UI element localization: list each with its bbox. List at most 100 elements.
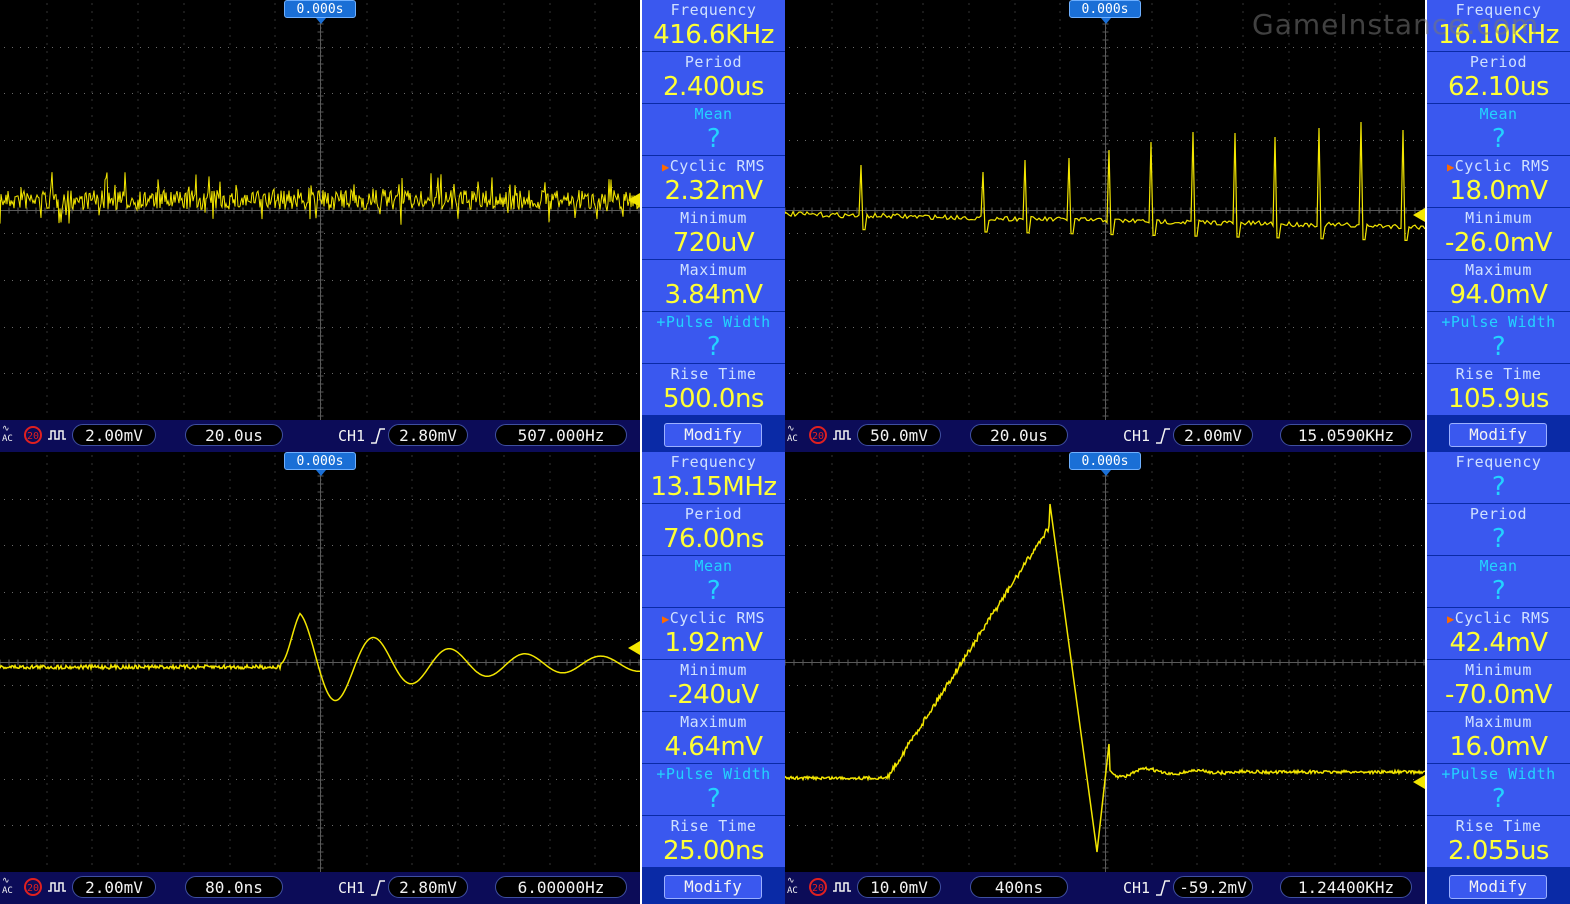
measurement-maximum[interactable]: Maximum 3.84mV bbox=[642, 260, 785, 312]
measurement-minimum[interactable]: Minimum 720uV bbox=[642, 208, 785, 260]
measurement-value: ? bbox=[642, 784, 785, 815]
measurement-value: 25.00ns bbox=[642, 836, 785, 867]
measurement-frequency[interactable]: Frequency 416.6KHz bbox=[642, 0, 785, 52]
measurement-cyclic-rms[interactable]: ▶Cyclic RMS 1.92mV bbox=[642, 608, 785, 660]
measurement-label: Frequency bbox=[1427, 452, 1570, 472]
measurement-mean[interactable]: Mean? bbox=[1427, 556, 1570, 608]
frequency-counter: 507.000Hz bbox=[495, 424, 627, 446]
measurement-label-text: Maximum bbox=[1465, 713, 1532, 731]
trigger-position-marker[interactable]: 0.000s bbox=[284, 452, 356, 476]
measurement-maximum[interactable]: Maximum 16.0mV bbox=[1427, 712, 1570, 764]
modify-button[interactable]: Modify bbox=[664, 423, 762, 447]
measurement-value: 1.92mV bbox=[642, 628, 785, 659]
measurement-value: 42.4mV bbox=[1427, 628, 1570, 659]
trigger-position-marker[interactable]: 0.000s bbox=[1069, 452, 1141, 476]
measurement-label: Frequency bbox=[642, 0, 785, 20]
trigger-channel: CH1 bbox=[1123, 427, 1151, 445]
selected-arrow-icon: ▶ bbox=[1446, 160, 1455, 174]
measurement-value: ? bbox=[1427, 524, 1570, 555]
measurement-cyclic-rms[interactable]: ▶Cyclic RMS 18.0mV bbox=[1427, 156, 1570, 208]
measurement-value: -240uV bbox=[642, 680, 785, 711]
waveform-display[interactable]: 0.000s bbox=[785, 452, 1425, 872]
measurement-rise-time[interactable]: Rise Time 500.0ns bbox=[642, 364, 785, 416]
time-per-div[interactable]: 80.0ns bbox=[185, 876, 283, 898]
modify-button[interactable]: Modify bbox=[664, 875, 762, 899]
measurement-rise-time[interactable]: Rise Time 105.9us bbox=[1427, 364, 1570, 416]
measurement-label-text: Maximum bbox=[680, 713, 747, 731]
measurement-cyclic-rms[interactable]: ▶Cyclic RMS 2.32mV bbox=[642, 156, 785, 208]
trigger-position-marker[interactable]: 0.000s bbox=[1069, 0, 1141, 24]
measurement-cyclic-rms[interactable]: ▶Cyclic RMS 42.4mV bbox=[1427, 608, 1570, 660]
trigger-level[interactable]: -59.2mV bbox=[1173, 876, 1253, 898]
measurement-minimum[interactable]: Minimum -26.0mV bbox=[1427, 208, 1570, 260]
measurement-pulse-width[interactable]: +Pulse Width? bbox=[1427, 764, 1570, 816]
volts-per-div[interactable]: 10.0mV bbox=[857, 876, 941, 898]
measurement-value: 62.10us bbox=[1427, 72, 1570, 103]
measurement-value: 76.00ns bbox=[642, 524, 785, 555]
modify-button[interactable]: Modify bbox=[1449, 875, 1547, 899]
measurement-period[interactable]: Period 76.00ns bbox=[642, 504, 785, 556]
measurement-frequency[interactable]: Frequency 13.15MHz bbox=[642, 452, 785, 504]
trigger-level[interactable]: 2.80mV bbox=[388, 876, 468, 898]
waveform-display[interactable]: 0.000s bbox=[0, 452, 640, 872]
frequency-counter: 1.24400KHz bbox=[1280, 876, 1412, 898]
measurement-label-text: Frequency bbox=[1455, 1, 1542, 19]
measurement-label: Rise Time bbox=[1427, 364, 1570, 384]
measurement-frequency[interactable]: Frequency? bbox=[1427, 452, 1570, 504]
trigger-level-marker[interactable] bbox=[628, 641, 640, 655]
trigger-level-marker[interactable] bbox=[1413, 208, 1425, 222]
measurement-label: Period bbox=[642, 504, 785, 524]
time-per-div[interactable]: 20.0us bbox=[185, 424, 283, 446]
pulse-icon bbox=[833, 430, 851, 440]
ac-coupling-icon: ∿ AC bbox=[2, 876, 13, 896]
trigger-level-marker[interactable] bbox=[1413, 775, 1425, 789]
measurement-mean[interactable]: Mean? bbox=[642, 104, 785, 156]
bandwidth-limit-icon: 20 bbox=[24, 878, 42, 896]
measurement-minimum[interactable]: Minimum -240uV bbox=[642, 660, 785, 712]
trigger-level[interactable]: 2.00mV bbox=[1173, 424, 1253, 446]
measurement-label: ▶Cyclic RMS bbox=[1427, 608, 1570, 628]
waveform-display[interactable]: 0.000s bbox=[785, 0, 1425, 420]
measurement-label-text: Minimum bbox=[1465, 661, 1532, 679]
volts-per-div[interactable]: 2.00mV bbox=[72, 424, 156, 446]
measurement-label-text: Maximum bbox=[680, 261, 747, 279]
time-per-div[interactable]: 20.0us bbox=[970, 424, 1068, 446]
measurement-pulse-width[interactable]: +Pulse Width? bbox=[1427, 312, 1570, 364]
time-per-div[interactable]: 400ns bbox=[970, 876, 1068, 898]
measurement-pulse-width[interactable]: +Pulse Width? bbox=[642, 312, 785, 364]
scope-view-1: 0.000s ∿ AC 20 2.00mV 20.0us CH1 2.80mV 5… bbox=[0, 0, 785, 452]
measurement-maximum[interactable]: Maximum 94.0mV bbox=[1427, 260, 1570, 312]
measurement-period[interactable]: Period 62.10us bbox=[1427, 52, 1570, 104]
measurement-label: Rise Time bbox=[642, 816, 785, 836]
volts-per-div[interactable]: 50.0mV bbox=[857, 424, 941, 446]
trigger-level-marker[interactable] bbox=[628, 193, 640, 207]
measurement-rise-time[interactable]: Rise Time 25.00ns bbox=[642, 816, 785, 868]
measurement-period[interactable]: Period? bbox=[1427, 504, 1570, 556]
measurement-label: Maximum bbox=[642, 260, 785, 280]
measurement-frequency[interactable]: Frequency 16.10KHz bbox=[1427, 0, 1570, 52]
measurement-period[interactable]: Period 2.400us bbox=[642, 52, 785, 104]
bandwidth-limit-icon: 20 bbox=[809, 878, 827, 896]
selected-arrow-icon: ▶ bbox=[661, 612, 670, 626]
waveform-display[interactable]: 0.000s bbox=[0, 0, 640, 420]
pulse-icon bbox=[48, 430, 66, 440]
measurement-label-text: Minimum bbox=[680, 209, 747, 227]
modify-button[interactable]: Modify bbox=[1449, 423, 1547, 447]
measurement-rise-time[interactable]: Rise Time 2.055us bbox=[1427, 816, 1570, 868]
measurement-label: +Pulse Width bbox=[642, 312, 785, 332]
measurement-mean[interactable]: Mean? bbox=[642, 556, 785, 608]
measurement-value: ? bbox=[1427, 576, 1570, 607]
measurement-value: 720uV bbox=[642, 228, 785, 259]
measurement-mean[interactable]: Mean? bbox=[1427, 104, 1570, 156]
measurement-value: 105.9us bbox=[1427, 384, 1570, 415]
measurement-label: Maximum bbox=[1427, 260, 1570, 280]
measurement-label-text: Cyclic RMS bbox=[1454, 157, 1551, 175]
trigger-position-marker[interactable]: 0.000s bbox=[284, 0, 356, 24]
trigger-level[interactable]: 2.80mV bbox=[388, 424, 468, 446]
status-bar: ∿ AC 20 2.00mV 20.0us CH1 2.80mV 507.000H… bbox=[0, 420, 640, 452]
scope-view-2: 0.000s ∿ AC 20 50.0mV 20.0us CH1 2.00mV 1… bbox=[785, 0, 1570, 452]
volts-per-div[interactable]: 2.00mV bbox=[72, 876, 156, 898]
measurement-pulse-width[interactable]: +Pulse Width? bbox=[642, 764, 785, 816]
measurement-minimum[interactable]: Minimum -70.0mV bbox=[1427, 660, 1570, 712]
measurement-maximum[interactable]: Maximum 4.64mV bbox=[642, 712, 785, 764]
